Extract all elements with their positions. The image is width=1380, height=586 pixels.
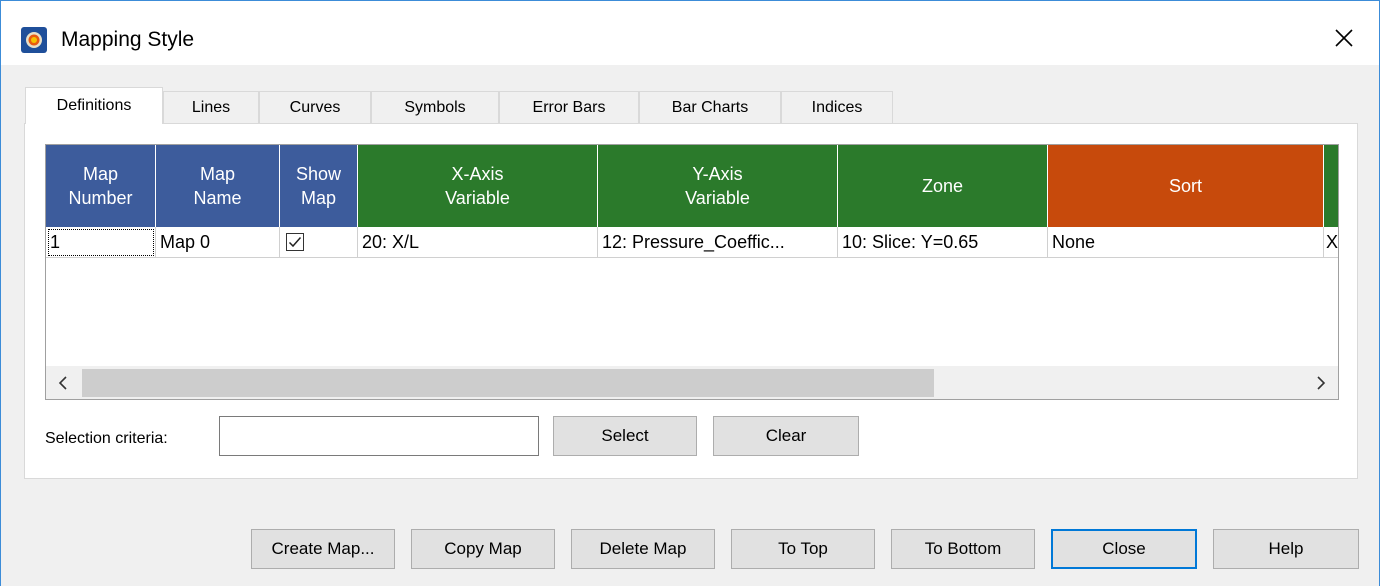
- cell-show-map[interactable]: [280, 227, 358, 258]
- mapping-style-dialog: Mapping Style Definitions Lines Curves S…: [0, 0, 1380, 586]
- selection-criteria-input[interactable]: [219, 416, 539, 456]
- cell-y-axis-variable[interactable]: 12: Pressure_Coeffic...: [598, 227, 838, 258]
- delete-map-button[interactable]: Delete Map: [571, 529, 715, 569]
- scrollbar-thumb[interactable]: [82, 369, 934, 397]
- cell-partial: X: [1324, 227, 1338, 258]
- close-button[interactable]: Close: [1051, 529, 1197, 569]
- col-header-sort[interactable]: Sort: [1048, 145, 1324, 227]
- checkmark-icon: [288, 237, 302, 248]
- tab-curves[interactable]: Curves: [259, 91, 371, 123]
- select-button[interactable]: Select: [553, 416, 697, 456]
- cell-sort[interactable]: None: [1048, 227, 1324, 258]
- clear-button[interactable]: Clear: [713, 416, 859, 456]
- copy-map-button[interactable]: Copy Map: [411, 529, 555, 569]
- scroll-right-arrow-icon[interactable]: [1304, 367, 1338, 399]
- help-button[interactable]: Help: [1213, 529, 1359, 569]
- cell-x-axis-variable[interactable]: 20: X/L: [358, 227, 598, 258]
- col-header-show-map[interactable]: Show Map: [280, 145, 358, 227]
- tab-symbols[interactable]: Symbols: [371, 91, 499, 123]
- scroll-left-arrow-icon[interactable]: [46, 367, 80, 399]
- tab-definitions[interactable]: Definitions: [25, 87, 163, 124]
- tab-bar-charts[interactable]: Bar Charts: [639, 91, 781, 123]
- definitions-panel: Map Number Map Name Show Map X-Axis Vari…: [24, 123, 1358, 479]
- app-icon: [21, 27, 47, 53]
- selection-criteria-label: Selection criteria:: [45, 430, 168, 447]
- cell-map-name[interactable]: Map 0: [156, 227, 280, 258]
- to-top-button[interactable]: To Top: [731, 529, 875, 569]
- col-header-map-number[interactable]: Map Number: [46, 145, 156, 227]
- cell-zone[interactable]: 10: Slice: Y=0.65: [838, 227, 1048, 258]
- col-header-zone[interactable]: Zone: [838, 145, 1048, 227]
- cell-map-number[interactable]: 1: [46, 227, 156, 258]
- horizontal-scrollbar[interactable]: [46, 366, 1338, 399]
- to-bottom-button[interactable]: To Bottom: [891, 529, 1035, 569]
- create-map-button[interactable]: Create Map...: [251, 529, 395, 569]
- title-bar: Mapping Style: [1, 1, 1379, 65]
- mapping-grid: Map Number Map Name Show Map X-Axis Vari…: [45, 144, 1339, 400]
- col-header-partial: [1324, 145, 1338, 227]
- col-header-x-axis-variable[interactable]: X-Axis Variable: [358, 145, 598, 227]
- col-header-map-name[interactable]: Map Name: [156, 145, 280, 227]
- tab-lines[interactable]: Lines: [163, 91, 259, 123]
- tab-indices[interactable]: Indices: [781, 91, 893, 123]
- tab-error-bars[interactable]: Error Bars: [499, 91, 639, 123]
- dialog-title: Mapping Style: [61, 28, 195, 51]
- show-map-checkbox[interactable]: [286, 233, 304, 251]
- col-header-y-axis-variable[interactable]: Y-Axis Variable: [598, 145, 838, 227]
- close-icon[interactable]: [1327, 21, 1361, 55]
